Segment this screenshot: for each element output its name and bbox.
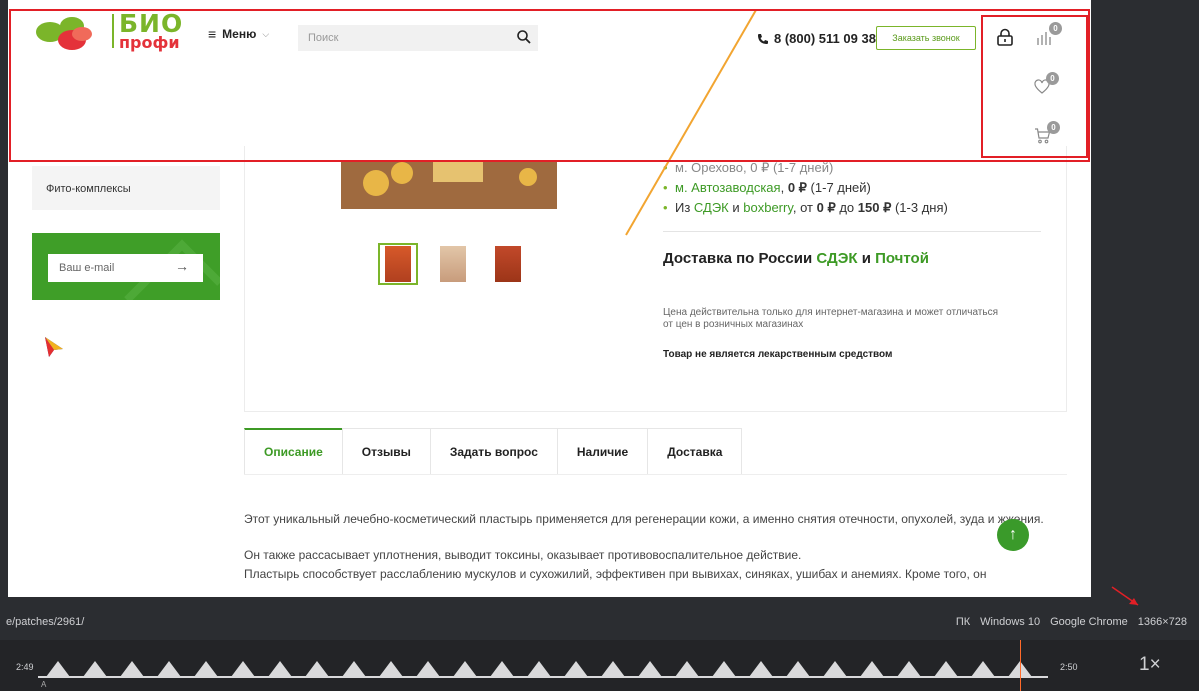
os-label: Windows 10 xyxy=(980,616,1041,628)
playhead[interactable] xyxy=(1020,640,1021,691)
tab-delivery[interactable]: Доставка xyxy=(647,428,743,474)
logo-divider xyxy=(112,14,114,48)
subscribe-block: → xyxy=(32,233,220,300)
scroll-to-top-button[interactable]: ↑ xyxy=(997,519,1029,551)
product-image-lemon xyxy=(391,162,413,184)
site-viewport: БИО профи ≡ Меню ⌵ 8 (800) 511 09 38 Зак… xyxy=(8,0,1091,597)
description-paragraph: Пластырь способствует расслаблению муску… xyxy=(244,567,987,581)
description-paragraph: Этот уникальный лечебно-косметический пл… xyxy=(244,512,1044,526)
divider xyxy=(663,231,1041,232)
thumbnail-2[interactable] xyxy=(433,243,473,285)
logo-text-bottom: профи xyxy=(119,33,180,52)
delivery-russia-text: и xyxy=(857,250,876,267)
delivery-list: м. Орехово, 0 ₽ (1-7 дней) м. Автозаводс… xyxy=(663,158,948,218)
page-url: e/patches/2961/ xyxy=(6,616,85,628)
request-call-button[interactable]: Заказать звонок xyxy=(876,26,976,50)
cursor-icon xyxy=(45,337,63,357)
replay-status-bar: e/patches/2961/ ПК Windows 10 Google Chr… xyxy=(0,608,1199,636)
delivery-link[interactable]: м. Автозаводская xyxy=(675,180,781,195)
thumbnail-3[interactable] xyxy=(488,243,528,285)
chevron-down-icon: ⌵ xyxy=(262,28,270,39)
delivery-russia-heading: Доставка по России СДЭК и Почтой xyxy=(663,250,929,267)
annotation-arrow xyxy=(1111,586,1139,606)
delivery-price: 0 ₽ xyxy=(816,200,836,215)
time-end: 2:50 xyxy=(1060,662,1078,672)
arrow-right-icon[interactable]: → xyxy=(175,258,189,274)
compare-count-badge: 0 xyxy=(1049,22,1062,35)
delivery-days: (1-7 дней) xyxy=(806,180,871,195)
logo-leaf-icon xyxy=(36,17,92,50)
browser-label: Google Chrome xyxy=(1050,616,1128,628)
product-image[interactable] xyxy=(341,160,557,209)
search-icon[interactable] xyxy=(516,29,532,45)
logo[interactable]: БИО профи xyxy=(32,9,197,52)
product-image-lemon xyxy=(519,168,537,186)
track-marker: A xyxy=(41,680,47,689)
cdek-link[interactable]: СДЭК xyxy=(816,250,857,267)
platform-label: ПК xyxy=(955,616,971,628)
delivery-item: м. Автозаводская, 0 ₽ (1-7 дней) xyxy=(663,178,948,198)
phone-text: 8 (800) 511 09 38 xyxy=(774,31,876,46)
delivery-days: (1-3 дня) xyxy=(891,200,948,215)
sidebar-item-phyto-complexes[interactable]: Фито-комплексы xyxy=(32,166,220,210)
activity-waveform[interactable] xyxy=(38,658,1048,678)
post-link[interactable]: Почтой xyxy=(875,250,929,267)
product-thumbnails xyxy=(378,243,528,285)
phone-number[interactable]: 8 (800) 511 09 38 xyxy=(757,31,876,46)
playback-speed-button[interactable]: 1× xyxy=(1139,654,1161,676)
delivery-russia-text: Доставка по России xyxy=(663,250,817,267)
product-description: Этот уникальный лечебно-косметический пл… xyxy=(244,510,1054,597)
delivery-text: Из xyxy=(675,200,694,215)
product-image-lemon xyxy=(363,170,389,196)
tab-ask-question[interactable]: Задать вопрос xyxy=(429,428,558,474)
tab-availability[interactable]: Наличие xyxy=(556,428,649,474)
product-image-label xyxy=(433,160,483,182)
delivery-link[interactable]: СДЭК xyxy=(694,200,729,215)
search-input[interactable] xyxy=(298,25,538,51)
arrow-up-icon: ↑ xyxy=(1009,526,1017,543)
thumbnail-1[interactable] xyxy=(378,243,418,285)
hamburger-icon: ≡ xyxy=(208,26,217,42)
compare-button[interactable]: 0 xyxy=(1036,22,1062,51)
product-tabs: Описание Отзывы Задать вопрос Наличие До… xyxy=(244,428,1067,475)
delivery-item: Из СДЭК и boxberry, от 0 ₽ до 150 ₽ (1-3… xyxy=(663,198,948,218)
delivery-link[interactable]: boxberry xyxy=(743,200,793,215)
delivery-text: , от xyxy=(792,200,817,215)
site-header: БИО профи ≡ Меню ⌵ 8 (800) 511 09 38 Зак… xyxy=(8,0,1091,62)
favorites-button[interactable]: 0 xyxy=(1034,72,1059,99)
price-note: Цена действительна только для интернет-м… xyxy=(663,307,998,330)
lock-icon[interactable] xyxy=(996,28,1014,46)
delivery-text: , xyxy=(780,180,788,195)
cart-count-badge: 0 xyxy=(1047,121,1060,134)
delivery-text: и xyxy=(728,200,744,215)
environment-info: ПК Windows 10 Google Chrome 1366×728 xyxy=(956,616,1187,628)
not-medicine-note: Товар не является лекарственным средство… xyxy=(663,349,893,360)
description-paragraph: Он также рассасывает уплотнения, выводит… xyxy=(244,548,802,562)
time-start: 2:49 xyxy=(16,662,34,672)
delivery-price: 150 ₽ xyxy=(857,200,892,215)
tab-description[interactable]: Описание xyxy=(244,428,343,474)
favorites-count-badge: 0 xyxy=(1046,72,1059,85)
menu-button[interactable]: ≡ Меню ⌵ xyxy=(208,26,269,42)
phone-icon xyxy=(758,33,768,44)
replay-timeline[interactable]: 2:49 A 2:50 1× xyxy=(0,640,1199,691)
delivery-text: до xyxy=(835,200,858,215)
tab-reviews[interactable]: Отзывы xyxy=(341,428,431,474)
resolution-label: 1366×728 xyxy=(1137,616,1187,628)
delivery-item-partial: м. Орехово, 0 ₽ (1-7 дней) xyxy=(663,158,948,178)
delivery-price: 0 ₽ xyxy=(787,180,807,195)
menu-label: Меню xyxy=(222,27,257,41)
